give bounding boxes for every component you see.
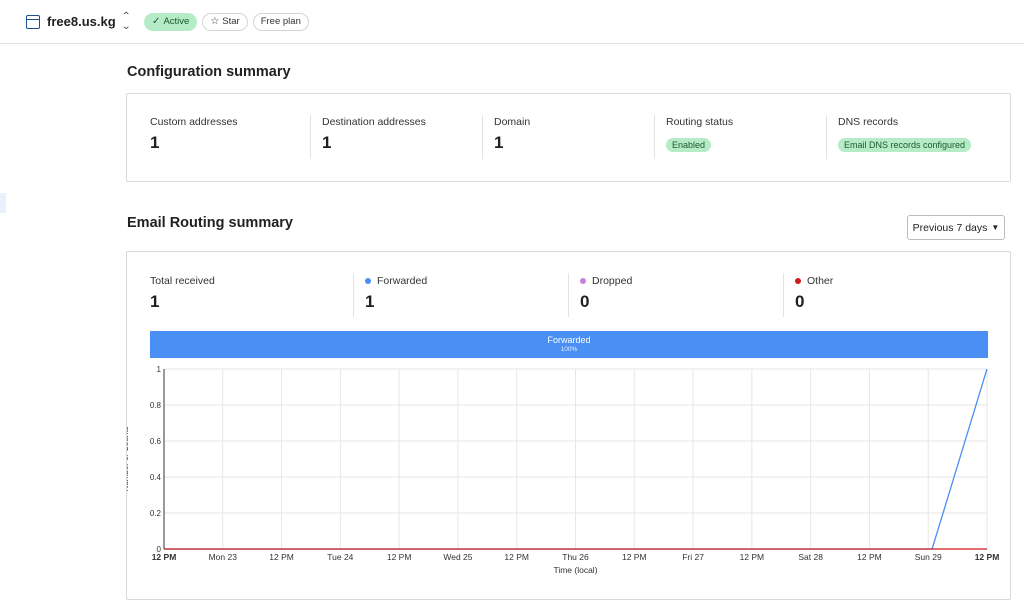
x-tick-label: 12 PM [740,552,765,562]
stat-value: 1 [150,133,160,152]
routing-summary-card: Total received 1 Forwarded 1 Dropped 0 O… [126,251,1011,600]
x-axis-title: Time (local) [553,565,597,575]
stat-routing-status: Routing status Enabled [666,116,733,153]
y-tick-label: 0.6 [150,437,162,446]
top-bar: free8.us.kg ⌃ ⌄ ✓ Active ☆ Star Free plan [0,0,1024,44]
divider [482,115,483,159]
x-tick-label: Sun 29 [915,552,942,562]
x-tick-label: 12 PM [504,552,529,562]
time-range-value: Previous 7 days [912,221,988,234]
caret-down-icon: ▼ [991,223,1000,232]
x-tick-label: Wed 25 [443,552,472,562]
stat-domain: Domain 1 [494,116,530,153]
status-badge: ✓ Active [144,12,198,31]
status-badge-label: Active [163,16,190,27]
browser-window-icon [26,14,40,29]
stat-custom-addresses: Custom addresses 1 [150,116,238,153]
dns-records-badge[interactable]: Email DNS records configured [838,138,972,152]
x-tick-label: 12 PM [622,552,647,562]
stat-label: Custom addresses [150,116,238,128]
y-tick-label: 0.8 [150,401,162,410]
x-tick-label: Sat 28 [798,552,823,562]
x-tick-label: 12 PM [387,552,412,562]
sidebar-active-marker [0,193,6,213]
x-tick-label: Fri 27 [682,552,704,562]
routing-status-badge: Enabled [666,138,712,152]
stat-label: Destination addresses [322,116,426,128]
stat-label: Routing status [666,116,734,128]
x-tick-label: 12 PM [857,552,882,562]
plan-badge[interactable]: Free plan [252,12,309,31]
x-tick-label: Tue 24 [327,552,353,562]
config-summary-card: Custom addresses 1 Destination addresses… [126,93,1011,182]
stat-value: 1 [322,133,332,152]
y-tick-label: 1 [157,365,162,374]
site-name[interactable]: free8.us.kg [47,14,116,29]
star-button-label: Star [222,16,240,27]
star-button[interactable]: ☆ Star [202,12,248,31]
y-tick-label: 0.2 [150,509,162,518]
x-tick-label: Thu 26 [562,552,589,562]
x-tick-label: 12 PM [269,552,294,562]
stat-destination-addresses: Destination addresses 1 [322,116,426,153]
counts-line-chart[interactable]: 00.20.40.60.8112 PM Mon 23 12 PM Tue 24 12 P… [127,252,1010,599]
config-summary-title: Configuration summary [127,64,291,80]
x-tick-label: 12 PM [975,552,1000,562]
check-icon: ✓ [152,16,161,27]
time-range-select[interactable]: Previous 7 days ▼ [907,215,1005,240]
divider [654,115,655,159]
x-tick-label: 12 PM [152,552,177,562]
stat-label: Domain [494,116,531,128]
divider [310,115,311,159]
y-axis-title: Number of Counts [127,427,130,492]
stat-dns-records: DNS records Email DNS records configured [838,116,972,153]
routing-summary-title: Email Routing summary [127,215,293,231]
stat-value: 1 [494,133,504,152]
divider [826,115,827,159]
chevron-up-down-icon[interactable]: ⌃ ⌄ [121,11,131,32]
stat-label: DNS records [838,116,899,128]
y-tick-label: 0.4 [150,473,162,482]
star-icon: ☆ [210,16,220,27]
x-tick-label: Mon 23 [209,552,238,562]
